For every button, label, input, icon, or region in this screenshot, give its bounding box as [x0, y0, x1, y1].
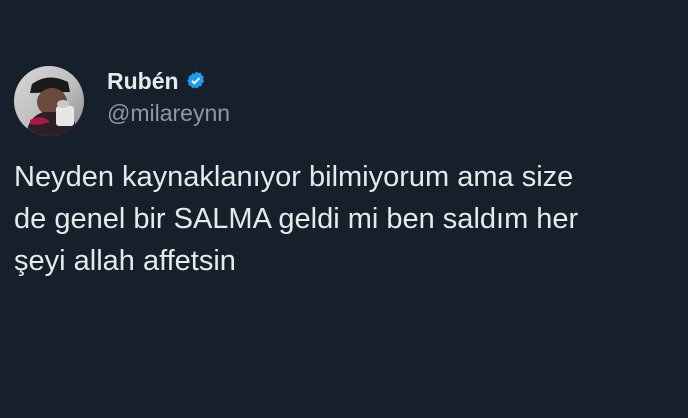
user-handle[interactable]: @milareynn: [107, 98, 230, 128]
name-row: Rubén: [107, 64, 230, 98]
author-info: Rubén @milareynn: [107, 64, 230, 128]
avatar-image: [14, 66, 84, 136]
verified-badge-icon: [185, 70, 207, 92]
author-avatar[interactable]: [14, 66, 84, 136]
tweet-card: Rubén @milareynn Neyden kaynaklanıyor bi…: [0, 0, 688, 418]
display-name[interactable]: Rubén: [107, 64, 179, 98]
tweet-text: Neyden kaynaklanıyor bilmiyorum ama size…: [14, 161, 579, 277]
